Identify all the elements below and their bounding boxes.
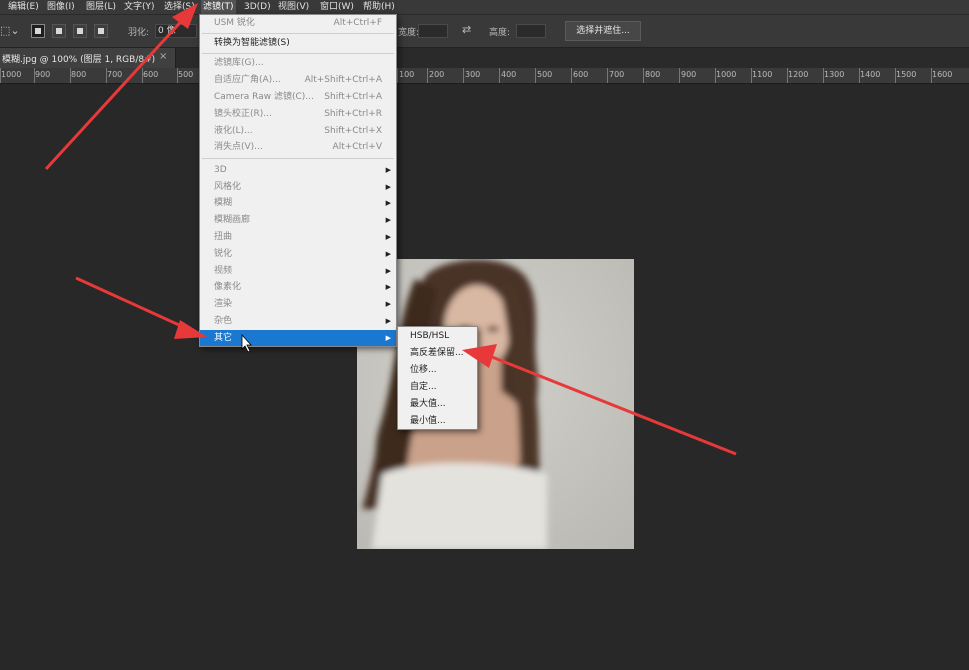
menu-image[interactable]: 图像(I) <box>45 0 77 14</box>
subtract-selection-icon[interactable] <box>73 24 87 38</box>
ruler-tick: 1200 <box>788 70 809 79</box>
intersect-selection-icon[interactable] <box>94 24 108 38</box>
width-label: 宽度: <box>398 28 420 38</box>
submenu-arrow-icon: ▶ <box>385 283 391 291</box>
ruler-tick: 800 <box>645 70 661 79</box>
menu-item-lens-correction[interactable]: 镜头校正(R)... Shift+Ctrl+R <box>200 106 396 122</box>
submenu-arrow-icon: ▶ <box>385 334 391 342</box>
ruler-tick: 1300 <box>824 70 845 79</box>
submenu-arrow-icon: ▶ <box>385 267 391 275</box>
close-icon[interactable]: × <box>159 51 167 62</box>
menu-bar: 编辑(E) 图像(I) 图层(L) 文字(Y) 选择(S) 滤镜(T) 3D(D… <box>0 0 969 15</box>
feather-label: 羽化: <box>128 28 150 38</box>
menu-help[interactable]: 帮助(H) <box>361 0 397 14</box>
menu-item-usm-sharpen[interactable]: USM 锐化 Alt+Ctrl+F <box>200 15 396 31</box>
submenu-arrow-icon: ▶ <box>385 199 391 207</box>
ruler-tick: 1600 <box>932 70 953 79</box>
other-submenu: HSB/HSL 高反差保留... 位移... 自定... 最大值... 最小值.… <box>397 326 478 430</box>
submenu-item-hsb-hsl[interactable]: HSB/HSL <box>410 328 449 344</box>
menu-item-other[interactable]: 其它 ▶ <box>200 330 396 346</box>
menu-item-render[interactable]: 渲染 ▶ <box>200 296 396 312</box>
marquee-tool-icon[interactable]: ⬚⌄ <box>0 24 20 37</box>
ruler-tick: 600 <box>573 70 589 79</box>
horizontal-ruler: 1000 900 800 700 600 500 100 200 300 400… <box>0 68 969 84</box>
menu-item-blur[interactable]: 模糊 ▶ <box>200 195 396 211</box>
submenu-item-maximum[interactable]: 最大值... <box>410 396 446 412</box>
menu-item-convert-smart-filter[interactable]: 转换为智能滤镜(S) <box>200 35 396 51</box>
menu-window[interactable]: 窗口(W) <box>318 0 356 14</box>
menu-separator <box>202 53 394 54</box>
menu-item-vanishing-point[interactable]: 消失点(V)... Alt+Ctrl+V <box>200 139 396 155</box>
submenu-item-custom[interactable]: 自定... <box>410 379 437 395</box>
swap-icon[interactable]: ⇄ <box>462 23 471 36</box>
menu-edit[interactable]: 编辑(E) <box>6 0 41 14</box>
ruler-tick: 700 <box>107 70 123 79</box>
ruler-tick: 1500 <box>896 70 917 79</box>
tab-bar: 模糊.jpg @ 100% (图层 1, RGB/8#) × <box>0 48 969 68</box>
height-input[interactable] <box>516 24 546 38</box>
menu-type[interactable]: 文字(Y) <box>122 0 157 14</box>
ruler-tick: 600 <box>143 70 159 79</box>
submenu-arrow-icon: ▶ <box>385 183 391 191</box>
menu-filter[interactable]: 滤镜(T) <box>201 0 236 14</box>
select-and-mask-button[interactable]: 选择并遮住... <box>565 21 641 41</box>
menu-item-distort[interactable]: 扭曲 ▶ <box>200 229 396 245</box>
submenu-arrow-icon: ▶ <box>385 166 391 174</box>
submenu-arrow-icon: ▶ <box>385 250 391 258</box>
menu-3d[interactable]: 3D(D) <box>242 0 273 14</box>
menu-item-noise[interactable]: 杂色 ▶ <box>200 313 396 329</box>
submenu-arrow-icon: ▶ <box>385 300 391 308</box>
ruler-tick: 1000 <box>716 70 737 79</box>
menu-item-camera-raw[interactable]: Camera Raw 滤镜(C)... Shift+Ctrl+A <box>200 89 396 105</box>
width-input[interactable] <box>418 24 448 38</box>
submenu-item-offset[interactable]: 位移... <box>410 362 437 378</box>
submenu-arrow-icon: ▶ <box>385 216 391 224</box>
ruler-tick: 1400 <box>860 70 881 79</box>
menu-item-filter-gallery[interactable]: 滤镜库(G)... <box>200 55 396 71</box>
document-tab[interactable]: 模糊.jpg @ 100% (图层 1, RGB/8#) × <box>0 48 176 68</box>
menu-select[interactable]: 选择(S) <box>162 0 197 14</box>
ruler-tick: 500 <box>178 70 194 79</box>
ruler-tick: 700 <box>609 70 625 79</box>
menu-view[interactable]: 视图(V) <box>276 0 311 14</box>
menu-item-liquify[interactable]: 液化(L)... Shift+Ctrl+X <box>200 123 396 139</box>
ruler-tick: 500 <box>537 70 553 79</box>
ruler-tick: 400 <box>501 70 517 79</box>
submenu-item-minimum[interactable]: 最小值... <box>410 413 446 429</box>
ruler-tick: 900 <box>35 70 51 79</box>
menu-item-video[interactable]: 视频 ▶ <box>200 263 396 279</box>
submenu-arrow-icon: ▶ <box>385 317 391 325</box>
ruler-tick: 300 <box>465 70 481 79</box>
new-selection-icon[interactable] <box>31 24 45 38</box>
ruler-tick: 800 <box>71 70 87 79</box>
document-tab-title: 模糊.jpg @ 100% (图层 1, RGB/8#) <box>2 55 156 65</box>
ruler-tick: 100 <box>399 70 415 79</box>
menu-item-3d[interactable]: 3D ▶ <box>200 162 396 178</box>
add-selection-icon[interactable] <box>52 24 66 38</box>
options-bar: ⬚⌄ 羽化: 0 像 宽度: ⇄ 高度: 选择并遮住... <box>0 15 969 48</box>
menu-separator <box>202 33 394 34</box>
height-label: 高度: <box>489 28 511 38</box>
ruler-tick: 200 <box>429 70 445 79</box>
ruler-tick: 1100 <box>752 70 773 79</box>
filter-menu: USM 锐化 Alt+Ctrl+F 转换为智能滤镜(S) 滤镜库(G)... 自… <box>199 14 397 347</box>
menu-item-blur-gallery[interactable]: 模糊画廊 ▶ <box>200 212 396 228</box>
submenu-arrow-icon: ▶ <box>385 233 391 241</box>
menu-layer[interactable]: 图层(L) <box>84 0 118 14</box>
menu-item-pixelate[interactable]: 像素化 ▶ <box>200 279 396 295</box>
menu-item-adaptive-wide-angle[interactable]: 自适应广角(A)... Alt+Shift+Ctrl+A <box>200 72 396 88</box>
feather-input[interactable]: 0 像 <box>155 24 197 38</box>
ruler-tick: 900 <box>681 70 697 79</box>
submenu-item-high-pass[interactable]: 高反差保留... <box>410 345 464 361</box>
menu-item-sharpen[interactable]: 锐化 ▶ <box>200 246 396 262</box>
ruler-tick: 1000 <box>1 70 22 79</box>
menu-item-stylize[interactable]: 风格化 ▶ <box>200 179 396 195</box>
menu-separator <box>202 158 394 159</box>
